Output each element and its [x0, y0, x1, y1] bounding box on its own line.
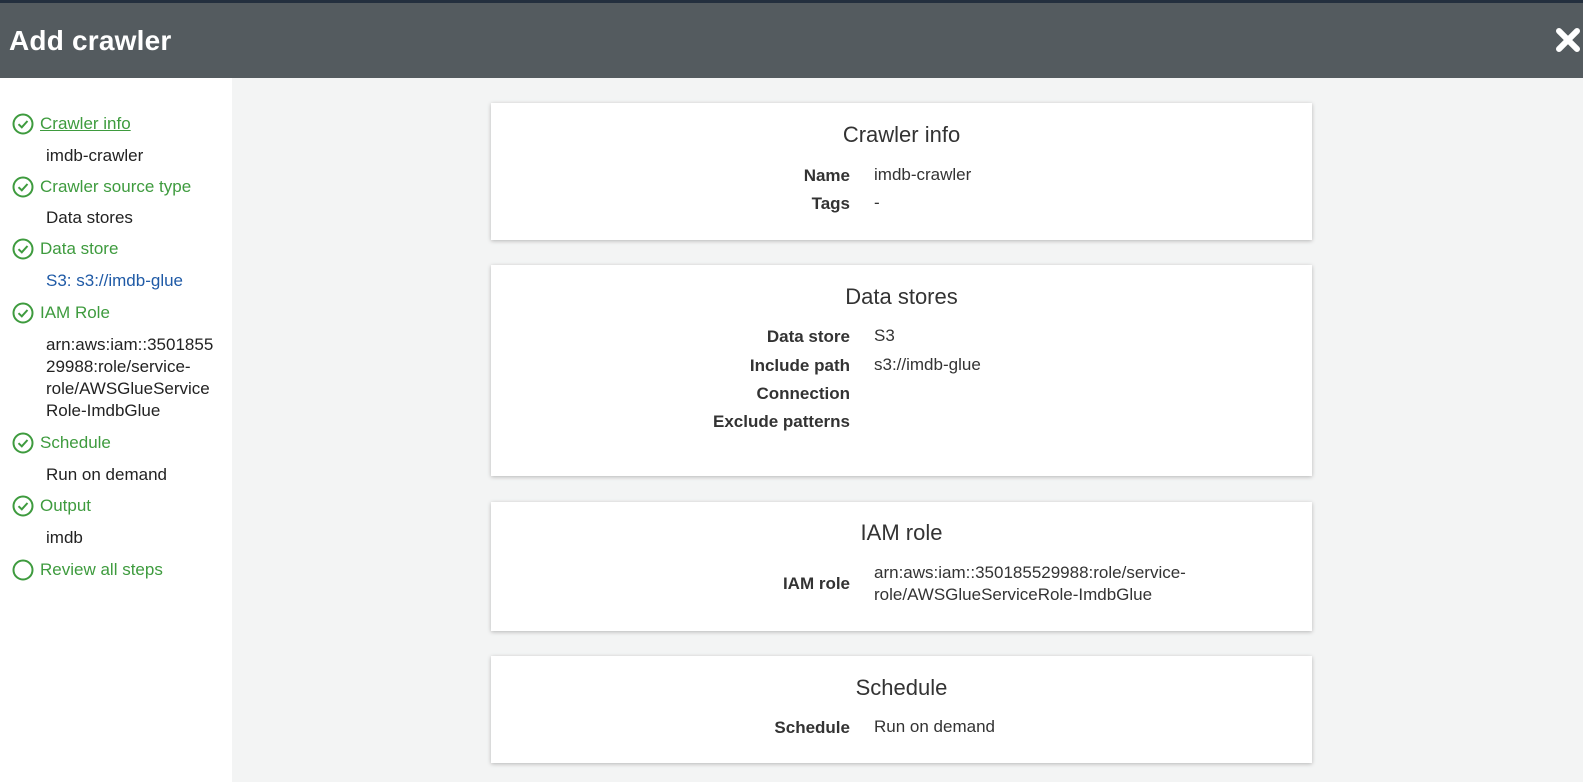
- summary-line: role/AWSGlueService: [46, 379, 210, 398]
- step-summary: arn:aws:iam::3501855 29988:role/service-…: [46, 334, 226, 422]
- steps-sidebar: Crawler info imdb-crawler Crawler source…: [0, 78, 232, 782]
- iam-role-card: IAM role IAM role arn:aws:iam::350185529…: [491, 502, 1312, 631]
- field-value: -: [874, 193, 880, 212]
- card-title: Crawler info: [842, 122, 961, 147]
- step-summary: imdb: [46, 528, 83, 547]
- field-label: Connection: [756, 384, 851, 403]
- card-title: Schedule: [855, 675, 948, 700]
- step-output[interactable]: Output: [12, 495, 91, 517]
- field-value: S3: [874, 326, 895, 345]
- card-title: Data stores: [845, 284, 958, 309]
- check-circle-icon: [12, 238, 34, 260]
- field-label: Data store: [766, 327, 850, 346]
- schedule-card: Schedule Schedule Run on demand: [491, 656, 1312, 763]
- field-label: Exclude patterns: [713, 412, 850, 431]
- step-summary: Data stores: [46, 208, 133, 227]
- field-label: IAM role: [782, 574, 850, 593]
- field-value: arn:aws:iam::350185529988:role/service- …: [874, 562, 1186, 606]
- step-label[interactable]: Crawler info: [40, 114, 131, 134]
- check-circle-icon: [12, 113, 34, 135]
- step-label[interactable]: IAM Role: [40, 303, 110, 323]
- step-summary: Run on demand: [46, 465, 167, 484]
- step-label[interactable]: Data store: [40, 239, 118, 259]
- add-crawler-page: Add crawler Crawler info imdb-crawler Cr…: [0, 0, 1583, 782]
- field-label: Include path: [749, 356, 850, 375]
- close-icon: [1556, 28, 1580, 52]
- step-data-store[interactable]: Data store: [12, 238, 118, 260]
- value-line: role/AWSGlueServiceRole-ImdbGlue: [874, 585, 1153, 604]
- step-label[interactable]: Schedule: [40, 433, 111, 453]
- summary-line: Role-ImdbGlue: [46, 401, 161, 420]
- step-label[interactable]: Crawler source type: [40, 177, 191, 197]
- step-iam-role[interactable]: IAM Role: [12, 302, 110, 324]
- card-title: IAM role: [860, 520, 943, 545]
- step-review-all-steps[interactable]: Review all steps: [12, 559, 163, 581]
- close-button[interactable]: [1553, 25, 1583, 55]
- check-circle-icon: [12, 302, 34, 324]
- check-circle-icon: [12, 495, 34, 517]
- field-value: Run on demand: [874, 717, 995, 736]
- empty-circle-icon: [12, 559, 34, 581]
- modal-header: Add crawler: [0, 3, 1583, 78]
- field-label: Schedule: [774, 718, 850, 737]
- step-label[interactable]: Output: [40, 496, 91, 516]
- step-summary: imdb-crawler: [46, 146, 144, 165]
- check-circle-icon: [12, 176, 34, 198]
- field-value: imdb-crawler: [874, 165, 972, 184]
- crawler-info-card: Crawler info Name imdb-crawler Tags -: [491, 103, 1312, 240]
- step-crawler-source-type[interactable]: Crawler source type: [12, 176, 191, 198]
- step-label[interactable]: Review all steps: [40, 560, 163, 580]
- summary-line: 29988:role/service-: [46, 357, 191, 376]
- field-label: Tags: [811, 194, 850, 213]
- step-schedule[interactable]: Schedule: [12, 432, 111, 454]
- field-value: s3://imdb-glue: [874, 355, 981, 374]
- review-panel: Crawler info Name imdb-crawler Tags - Da…: [232, 78, 1583, 782]
- step-summary-link[interactable]: S3: s3://imdb-glue: [46, 270, 226, 292]
- value-line: arn:aws:iam::350185529988:role/service-: [874, 563, 1186, 582]
- summary-line: arn:aws:iam::3501855: [46, 335, 214, 354]
- page-title: Add crawler: [9, 24, 172, 56]
- data-stores-card: Data stores Data store S3 Include path s…: [491, 265, 1312, 476]
- check-circle-icon: [12, 432, 34, 454]
- step-crawler-info[interactable]: Crawler info: [12, 113, 131, 135]
- field-label: Name: [803, 166, 850, 185]
